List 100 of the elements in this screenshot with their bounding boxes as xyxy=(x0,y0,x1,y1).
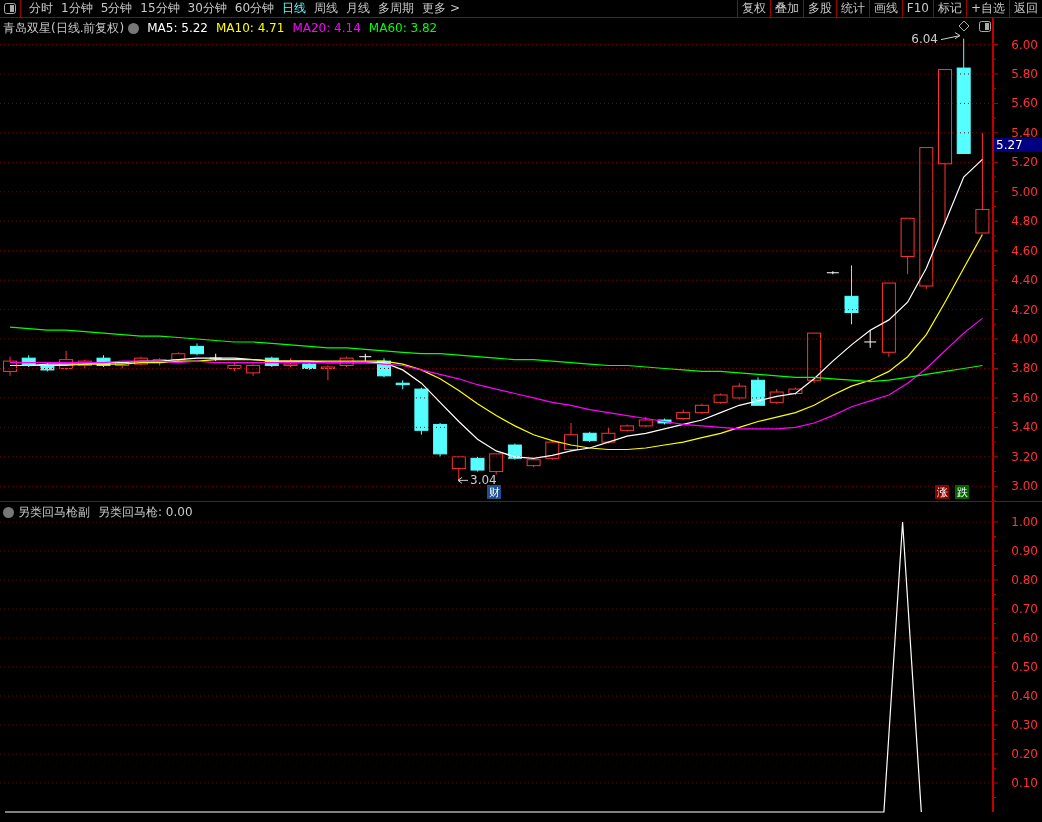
axis-label: 0.70 xyxy=(1011,602,1038,616)
panel-toggle-icon[interactable] xyxy=(979,21,991,32)
toolbar-button[interactable]: 复权 xyxy=(736,0,770,17)
candlestick xyxy=(863,329,877,349)
series-name: MA10 xyxy=(215,20,250,37)
period-tab[interactable]: 月线 xyxy=(342,0,375,17)
marker-badge[interactable]: 财 xyxy=(487,485,501,499)
candlestick xyxy=(526,457,541,468)
axis-label: 4.00 xyxy=(1011,332,1038,346)
series-value: : 0.00 xyxy=(158,504,193,521)
toolbar-button[interactable]: 多股 xyxy=(802,0,836,17)
candlestick xyxy=(320,365,335,381)
candlestick xyxy=(339,356,354,368)
axis-label: 4.80 xyxy=(1011,214,1038,229)
axis-label: 3.40 xyxy=(1011,420,1038,435)
axis-label: 0.50 xyxy=(1011,660,1038,674)
axis-label: 0.90 xyxy=(1011,544,1038,558)
axis-label: 3.80 xyxy=(1011,361,1038,376)
diamond-icon[interactable] xyxy=(958,20,970,32)
axis-label: 0.10 xyxy=(1011,776,1038,790)
candlestick xyxy=(358,353,372,362)
dropdown-icon[interactable] xyxy=(3,506,14,518)
candlestick xyxy=(676,409,691,421)
axis-label: 0.60 xyxy=(1011,631,1038,645)
candlestick xyxy=(788,387,803,396)
toolbar-button[interactable]: +自选 xyxy=(965,0,1009,17)
axis-label: 5.60 xyxy=(1011,96,1038,111)
toolbar-button[interactable]: F10 xyxy=(901,0,933,17)
candlestick xyxy=(96,354,111,368)
candlestick xyxy=(264,356,279,368)
candlestick xyxy=(246,363,261,377)
leader-line xyxy=(940,32,961,41)
candlestick xyxy=(59,350,74,371)
candlestick xyxy=(77,359,92,369)
toolbar-button[interactable]: 标记 xyxy=(932,0,966,17)
toolbar-button[interactable]: 返回 xyxy=(1009,0,1042,17)
series-value: : 4.71 xyxy=(249,20,285,37)
marker-badge[interactable]: 涨 xyxy=(935,485,949,499)
axis-label: 3.20 xyxy=(1011,449,1038,464)
candlestick xyxy=(713,393,728,405)
axis-label: 4.60 xyxy=(1011,243,1038,258)
candlestick xyxy=(3,356,17,377)
candlestick xyxy=(751,376,765,406)
axis-label: 4.20 xyxy=(1011,302,1038,317)
candlestick xyxy=(807,332,822,384)
series-value: : 5.22 xyxy=(173,20,208,37)
marker-badge[interactable]: 跌 xyxy=(955,485,969,499)
candlestick xyxy=(564,422,578,452)
candlestick xyxy=(21,354,36,368)
axis-label: 4.40 xyxy=(1011,273,1038,288)
candlestick xyxy=(433,422,448,458)
high-price-label: 6.04 xyxy=(911,31,938,46)
candlestick xyxy=(900,217,915,275)
panel-toggle-icon[interactable] xyxy=(4,3,16,14)
period-tab[interactable]: 更多 > xyxy=(418,0,464,17)
period-tab[interactable]: 30分钟 xyxy=(183,0,231,17)
dropdown-icon[interactable] xyxy=(128,22,140,34)
candlestick xyxy=(826,270,840,275)
candlestick xyxy=(190,342,204,356)
candlestick xyxy=(638,416,653,428)
period-tab[interactable]: 15分钟 xyxy=(136,0,184,17)
candlestick xyxy=(844,264,859,325)
toolbar-button[interactable]: 统计 xyxy=(835,0,869,17)
axis-label: 5.40 xyxy=(1011,125,1038,140)
axis-label: 0.40 xyxy=(1011,689,1038,703)
series-name: 另类回马枪 xyxy=(98,504,158,521)
low-price-label: 3.04 xyxy=(470,473,497,488)
toolbar-button[interactable]: 画线 xyxy=(868,0,902,17)
period-tab[interactable]: 60分钟 xyxy=(230,0,279,17)
indicator-name: 另类回马枪副 xyxy=(18,504,90,521)
candlestick xyxy=(302,360,317,371)
period-tab[interactable]: 分时 xyxy=(25,0,57,17)
axis-label: 0.80 xyxy=(1011,573,1038,587)
candlestick xyxy=(283,357,298,368)
series-value: : 4.14 xyxy=(326,20,361,37)
period-tab[interactable]: 日线 xyxy=(278,0,311,17)
axis-label: 5.00 xyxy=(1011,184,1038,199)
candlestick xyxy=(582,431,597,443)
period-tab[interactable]: 周线 xyxy=(310,0,343,17)
candlestick xyxy=(171,351,186,362)
period-tab[interactable]: 1分钟 xyxy=(57,0,97,17)
candlestick xyxy=(451,456,466,481)
toolbar-button[interactable]: 叠加 xyxy=(769,0,803,17)
series-name: MA60 xyxy=(368,20,403,37)
candlestick xyxy=(152,357,167,366)
axis-label: 0.30 xyxy=(1011,718,1038,732)
leader-line xyxy=(457,476,469,484)
candlestick xyxy=(507,443,522,461)
period-tab[interactable]: 多周期 xyxy=(374,0,419,17)
axis-label: 6.00 xyxy=(1011,37,1038,52)
candlestick xyxy=(545,440,560,461)
candlestick xyxy=(620,423,635,433)
candlestick xyxy=(601,426,616,445)
axis-label: 1.00 xyxy=(1011,515,1038,529)
period-tab[interactable]: 5分钟 xyxy=(96,0,137,17)
axis-label: 5.80 xyxy=(1011,66,1038,81)
candlestick xyxy=(732,382,747,400)
candlestick xyxy=(769,388,784,405)
candlestick xyxy=(470,456,485,473)
candlestick xyxy=(657,418,672,425)
